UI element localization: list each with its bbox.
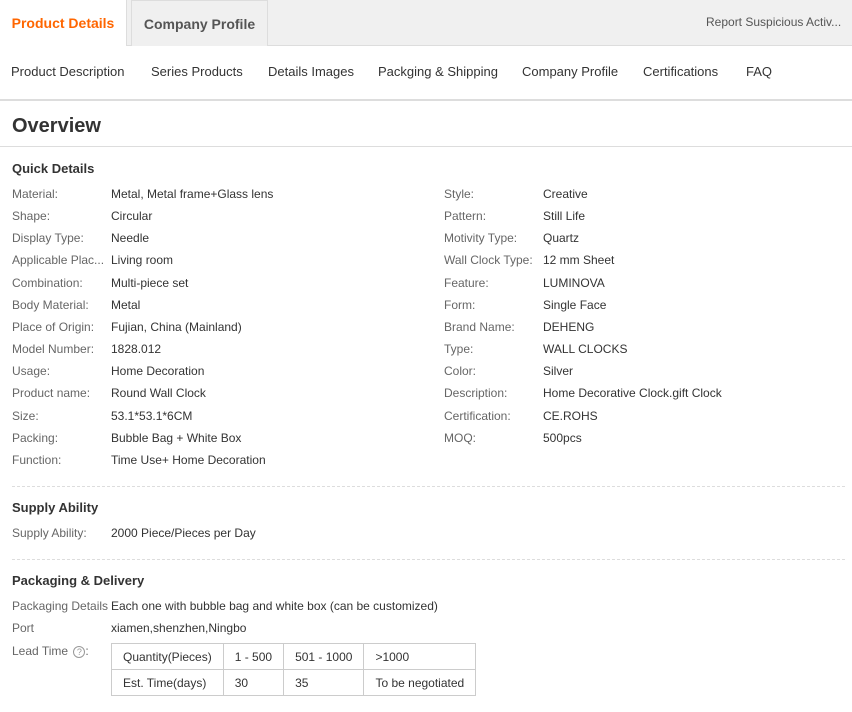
supply-ability-value: 2000 Piece/Pieces per Day	[111, 526, 256, 540]
attr-value: Metal, Metal frame+Glass lens	[111, 187, 274, 201]
attr-value: Creative	[543, 187, 588, 201]
table-cell: 1 - 500	[222, 643, 285, 670]
tab-product-details[interactable]: Product Details	[0, 0, 127, 47]
attr-value: Bubble Bag + White Box	[111, 431, 242, 445]
attr-label: Type:	[444, 342, 474, 356]
attr-label: Model Number:	[12, 342, 95, 356]
port-value: xiamen,shenzhen,Ningbo	[111, 621, 247, 635]
attr-value: 12 mm Sheet	[543, 253, 615, 267]
table-cell: 501 - 1000	[283, 643, 365, 670]
attr-value: Needle	[111, 231, 150, 245]
attr-label: Body Material:	[12, 298, 89, 312]
attr-value: Multi-piece set	[111, 276, 189, 290]
subnav-company-profile[interactable]: Company Profile	[522, 46, 618, 97]
subnav-faq[interactable]: FAQ	[746, 46, 772, 97]
sub-nav: Product Description Series Products Deta…	[0, 46, 852, 101]
attr-value: Home Decoration	[111, 364, 205, 378]
attr-value: Time Use+ Home Decoration	[111, 453, 266, 467]
table-row: Est. Time(days) 30 35 To be negotiated	[111, 669, 477, 696]
supply-ability-label: Supply Ability:	[12, 526, 87, 540]
attr-label: Combination:	[12, 276, 83, 290]
overview-title: Overview	[12, 115, 101, 137]
attr-label: Function:	[12, 453, 62, 467]
attr-label: Description:	[444, 386, 508, 400]
attr-label: Form:	[444, 298, 476, 312]
tab-company-profile[interactable]: Company Profile	[131, 0, 268, 46]
section-divider	[12, 559, 845, 560]
attr-value: Single Face	[543, 298, 607, 312]
supply-ability-title: Supply Ability	[12, 500, 99, 515]
attr-value: Metal	[111, 298, 141, 312]
attr-value: CE.ROHS	[543, 409, 598, 423]
table-cell: To be negotiated	[363, 669, 477, 696]
attr-value: Living room	[111, 253, 174, 267]
attr-label: Brand Name:	[444, 320, 515, 334]
overview-divider	[0, 146, 852, 147]
lead-time-label: Lead Time ?:	[12, 644, 108, 658]
section-divider	[12, 486, 845, 487]
attr-value: Fujian, China (Mainland)	[111, 320, 242, 334]
attr-value: Circular	[111, 209, 153, 223]
attr-label: Product name:	[12, 386, 91, 400]
port-label: Port	[12, 621, 35, 635]
attr-value: Home Decorative Clock.gift Clock	[543, 386, 722, 400]
table-cell: Est. Time(days)	[111, 669, 224, 696]
attr-value: Still Life	[543, 209, 586, 223]
attr-value: 500pcs	[543, 431, 582, 445]
attr-label: Usage:	[12, 364, 51, 378]
subnav-details-images[interactable]: Details Images	[268, 46, 354, 97]
attr-value: Quartz	[543, 231, 580, 245]
packaging-details-label: Packaging Details	[12, 599, 109, 613]
subnav-certifications[interactable]: Certifications	[643, 46, 718, 97]
packaging-delivery-title: Packaging & Delivery	[12, 573, 145, 588]
subnav-series-products[interactable]: Series Products	[151, 46, 243, 97]
top-tab-bar: Product Details Company Profile Report S…	[0, 0, 852, 47]
attr-label: Color:	[444, 364, 477, 378]
quick-details-title: Quick Details	[12, 161, 95, 176]
attr-value: Silver	[543, 364, 574, 378]
table-cell: 30	[222, 669, 285, 696]
attr-value: DEHENG	[543, 320, 595, 334]
subnav-product-description[interactable]: Product Description	[11, 46, 124, 97]
attr-label: Wall Clock Type:	[444, 253, 533, 267]
table-cell: Quantity(Pieces)	[111, 643, 224, 670]
attr-label: Applicable Plac...	[12, 253, 105, 267]
subnav-packing-shipping[interactable]: Packging & Shipping	[378, 46, 498, 97]
table-cell: 35	[283, 669, 365, 696]
attr-label: Certification:	[444, 409, 511, 423]
attr-value: 1828.012	[111, 342, 162, 356]
lead-time-text: Lead Time	[12, 644, 69, 658]
attr-label: Motivity Type:	[444, 231, 518, 245]
table-row: Quantity(Pieces) 1 - 500 501 - 1000 >100…	[111, 643, 477, 670]
attr-label: Shape:	[12, 209, 51, 223]
report-suspicious-link[interactable]: Report Suspicious Activ...	[706, 0, 848, 44]
attr-label: MOQ:	[444, 431, 476, 445]
lead-time-table: Quantity(Pieces) 1 - 500 501 - 1000 >100…	[111, 643, 477, 696]
packaging-details-value: Each one with bubble bag and white box (…	[111, 599, 438, 613]
attr-label: Packing:	[12, 431, 59, 445]
attr-value: WALL CLOCKS	[543, 342, 628, 356]
attr-value: LUMINOVA	[543, 276, 605, 290]
attr-label: Feature:	[444, 276, 489, 290]
attr-value: Round Wall Clock	[111, 386, 206, 400]
attr-label: Size:	[12, 409, 39, 423]
table-cell: >1000	[363, 643, 477, 670]
colon: :	[85, 644, 89, 658]
attr-value: 53.1*53.1*6CM	[111, 409, 193, 423]
attr-label: Style:	[444, 187, 475, 201]
attr-label: Place of Origin:	[12, 320, 95, 334]
help-icon[interactable]: ?	[73, 645, 86, 658]
attr-label: Pattern:	[444, 209, 487, 223]
attr-label: Display Type:	[12, 231, 84, 245]
attr-label: Material:	[12, 187, 59, 201]
